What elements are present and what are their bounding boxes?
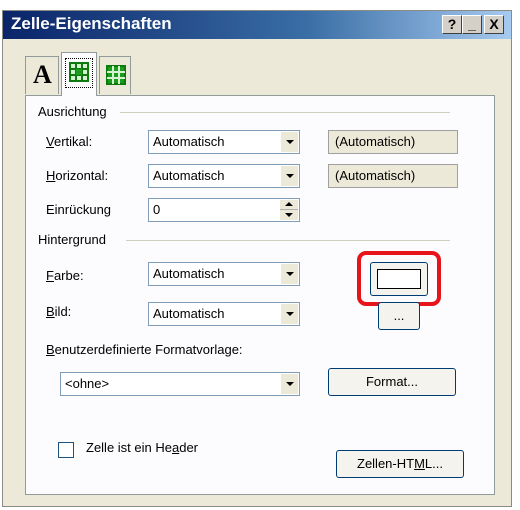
- horizontal-label: Horizontal:: [46, 168, 109, 183]
- spin-down-button[interactable]: [280, 210, 298, 220]
- vertical-label: Vertikal:: [46, 134, 93, 149]
- vertical-select-value: Automatisch: [153, 134, 225, 149]
- horizontal-select-value: Automatisch: [153, 168, 225, 183]
- cell-properties-panel: Ausrichtung Vertikal: Automatisch (Autom…: [25, 95, 495, 495]
- vertical-select[interactable]: Automatisch: [148, 130, 300, 154]
- indent-label: Einrückung: [46, 202, 112, 217]
- format-button[interactable]: Format...: [328, 368, 456, 396]
- help-button[interactable]: ?: [442, 15, 462, 34]
- tab-focus-rect: [65, 58, 93, 88]
- color-select-value: Automatisch: [153, 266, 225, 281]
- tab-table[interactable]: [99, 56, 131, 94]
- image-label: Bild:: [46, 304, 72, 319]
- spin-up-button[interactable]: [280, 200, 298, 210]
- table-grid-icon: [106, 65, 126, 89]
- custom-style-select[interactable]: <ohne>: [60, 372, 300, 396]
- indent-value: 0: [153, 202, 161, 217]
- background-group-label: Hintergrund: [38, 232, 106, 247]
- image-select-value: Automatisch: [153, 306, 225, 321]
- close-button[interactable]: X: [484, 15, 504, 34]
- cell-html-button[interactable]: Zellen-HTML...: [336, 450, 464, 478]
- header-checkbox[interactable]: [58, 442, 74, 458]
- highlight-annotation: [357, 251, 441, 306]
- color-select[interactable]: Automatisch: [148, 262, 300, 286]
- horizontal-effective-value: (Automatisch): [328, 164, 458, 188]
- minimize-button[interactable]: _: [462, 15, 482, 34]
- custom-style-select-value: <ohne>: [65, 376, 110, 391]
- alignment-group-label: Ausrichtung: [38, 104, 107, 119]
- alignment-group-divider: [120, 112, 450, 113]
- indent-spinner[interactable]: 0: [148, 198, 300, 222]
- vertical-effective-value: (Automatisch): [328, 130, 458, 154]
- window-title: Zelle-Eigenschaften: [11, 14, 172, 33]
- horizontal-select[interactable]: Automatisch: [148, 164, 300, 188]
- chevron-down-icon[interactable]: [280, 166, 298, 186]
- browse-image-button[interactable]: ...: [378, 302, 420, 330]
- background-group-divider: [126, 240, 450, 241]
- header-checkbox-label: Zelle ist ein Header: [86, 440, 199, 455]
- chevron-down-icon[interactable]: [280, 374, 298, 394]
- chevron-down-icon[interactable]: [280, 132, 298, 152]
- color-label: Farbe:: [46, 268, 84, 283]
- title-bar[interactable]: Zelle-Eigenschaften ? _ X: [3, 11, 511, 39]
- chevron-down-icon[interactable]: [280, 264, 298, 284]
- tab-text-format[interactable]: A: [25, 56, 59, 94]
- tab-cell[interactable]: [61, 52, 97, 96]
- image-select[interactable]: Automatisch: [148, 302, 300, 326]
- text-format-icon: A: [33, 60, 52, 89]
- custom-style-label: Benutzerdefinierte Formatvorlage:: [46, 342, 243, 357]
- cell-properties-dialog: Zelle-Eigenschaften ? _ X A Ausrichtung …: [2, 10, 512, 507]
- chevron-down-icon[interactable]: [280, 304, 298, 324]
